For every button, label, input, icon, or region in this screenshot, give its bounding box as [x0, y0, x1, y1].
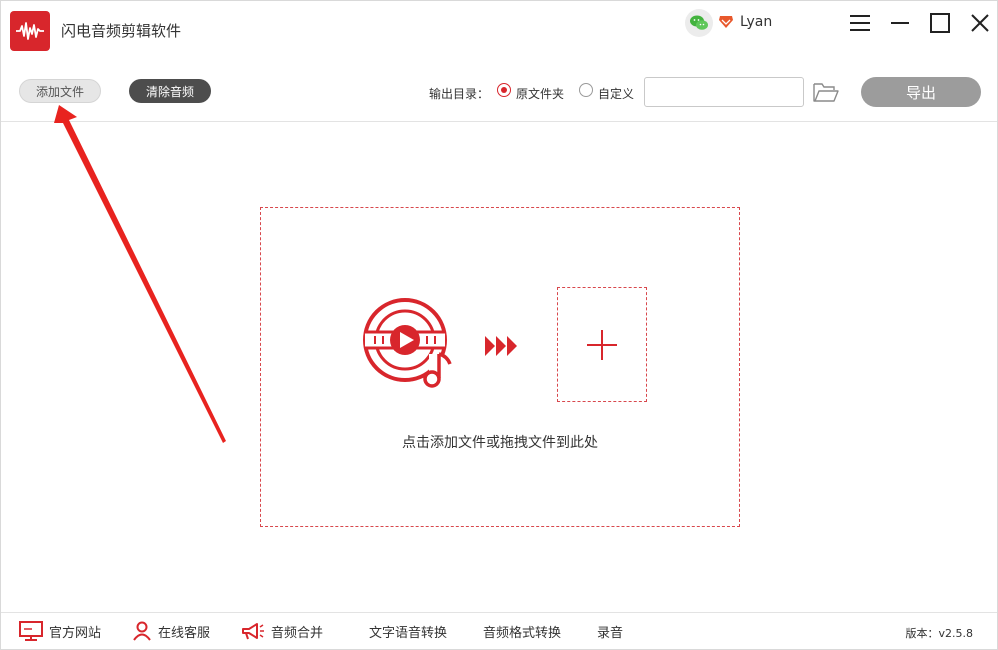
diamond-icon — [718, 14, 734, 28]
radio-custom-folder[interactable] — [579, 83, 593, 97]
file-drop-zone[interactable]: 点击添加文件或拖拽文件到此处 — [260, 207, 740, 527]
audio-format-convert-label: 音频格式转换 — [483, 625, 562, 641]
title-bar: 闪电音频剪辑软件 Lyan — [1, 1, 997, 61]
audio-format-convert-link[interactable]: 音频格式转换 — [483, 621, 561, 641]
app-title: 闪电音频剪辑软件 — [61, 22, 182, 40]
official-website-link[interactable]: 官方网站 — [19, 621, 101, 641]
toolbar: 添加文件 清除音频 输出目录： 原文件夹 自定义 导出 — [1, 61, 997, 122]
online-support-label: 在线客服 — [158, 625, 211, 641]
drop-hint-text: 点击添加文件或拖拽文件到此处 — [402, 435, 598, 451]
minimize-icon[interactable] — [888, 11, 912, 35]
text-to-speech-link[interactable]: 文字语音转换 — [369, 621, 447, 641]
text-to-speech-label: 文字语音转换 — [369, 625, 448, 641]
official-website-label: 官方网站 — [49, 625, 102, 641]
waveform-icon — [10, 11, 50, 51]
annotation-arrow-icon — [54, 105, 226, 443]
audio-merge-label: 音频合并 — [271, 625, 324, 641]
audio-merge-link[interactable]: 音频合并 — [241, 621, 323, 641]
close-icon[interactable] — [968, 11, 992, 35]
menu-icon[interactable] — [848, 11, 872, 35]
wechat-icon[interactable] — [685, 9, 713, 37]
app-window: 闪电音频剪辑软件 Lyan 添加文件 清除音频 输出目录： 原文件夹 自定义 导… — [0, 0, 998, 650]
record-link[interactable]: 录音 — [597, 621, 623, 641]
monitor-icon — [19, 621, 43, 641]
plus-icon — [587, 329, 617, 360]
maximize-icon[interactable] — [928, 11, 952, 35]
output-dir-label: 输出目录： — [429, 87, 490, 101]
username[interactable]: Lyan — [740, 14, 772, 30]
add-file-button[interactable]: 添加文件 — [19, 79, 101, 103]
record-label: 录音 — [597, 625, 624, 641]
online-support-link[interactable]: 在线客服 — [132, 621, 210, 641]
output-path-input[interactable] — [644, 77, 804, 107]
radio-original-label[interactable]: 原文件夹 — [516, 85, 564, 102]
version-text: 版本：v2.5.8 — [905, 627, 974, 640]
bottom-bar: 官方网站 在线客服 音频合并 文字语音转换 音频格式转换 录音 版本：v2.5.… — [1, 612, 997, 650]
folder-open-icon[interactable] — [812, 81, 840, 103]
person-icon — [133, 621, 151, 641]
audio-disc-icon — [361, 296, 461, 396]
radio-original-folder[interactable] — [497, 83, 511, 97]
megaphone-icon — [242, 623, 264, 640]
clear-audio-button[interactable]: 清除音频 — [129, 79, 211, 103]
export-button[interactable]: 导出 — [861, 77, 981, 107]
triple-arrow-icon — [485, 334, 519, 358]
add-file-box[interactable] — [557, 287, 647, 402]
radio-custom-label[interactable]: 自定义 — [598, 85, 634, 102]
